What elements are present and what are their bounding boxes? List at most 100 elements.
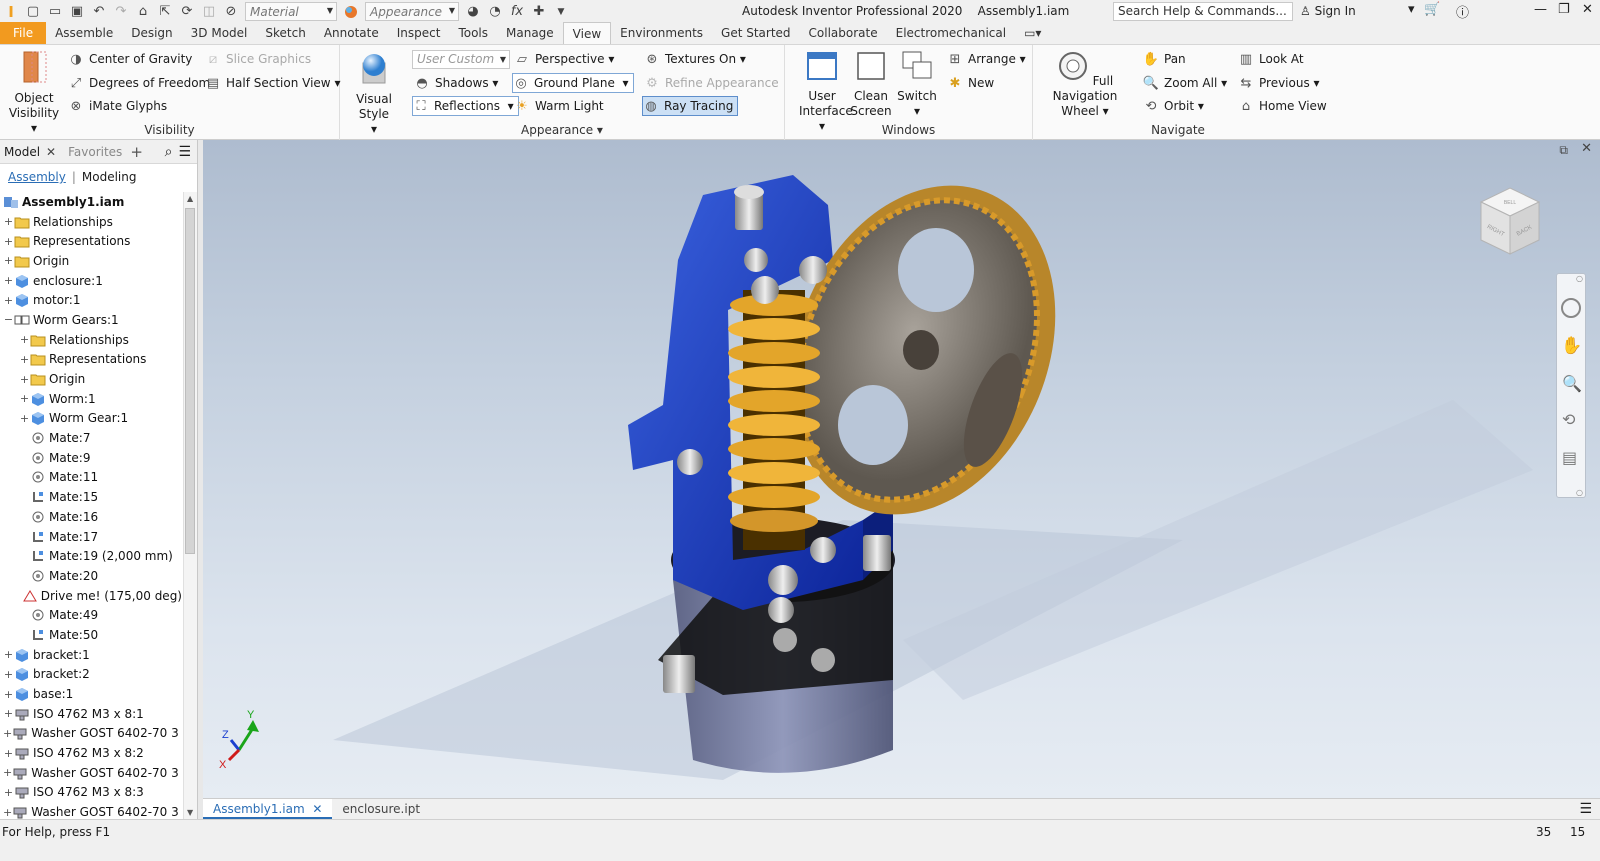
- pan-button[interactable]: ✋ Pan: [1143, 49, 1186, 69]
- expand-toggle-icon[interactable]: +: [19, 353, 30, 366]
- tree-root[interactable]: Assembly1.iam: [0, 192, 182, 212]
- ribbon-options-icon[interactable]: ▭▾: [1015, 22, 1050, 44]
- ground-plane-button[interactable]: ◎ Ground Plane ▾: [512, 73, 634, 93]
- tree-node[interactable]: Mate:15: [0, 487, 182, 507]
- tree-node[interactable]: Mate:7: [0, 428, 182, 448]
- tree-node[interactable]: + Relationships: [0, 212, 182, 232]
- degrees-of-freedom-button[interactable]: ⤢ Degrees of Freedom: [68, 73, 210, 93]
- tree-node[interactable]: + Origin: [0, 369, 182, 389]
- expand-toggle-icon[interactable]: +: [19, 333, 30, 346]
- tree-node[interactable]: + Worm Gear:1: [0, 409, 182, 429]
- ray-tracing-button[interactable]: ◍ Ray Tracing: [642, 96, 739, 116]
- minimize-button[interactable]: —: [1534, 2, 1547, 17]
- undo-icon[interactable]: ↶: [88, 2, 110, 22]
- search-browser-icon[interactable]: ⌕: [165, 144, 179, 160]
- inventor-logo-icon[interactable]: I: [0, 1, 22, 23]
- look-at-button[interactable]: ▥ Look At: [1238, 49, 1304, 69]
- tree-node[interactable]: Mate:17: [0, 527, 182, 547]
- tree-node[interactable]: + ISO 4762 M3 x 8:1: [0, 704, 182, 724]
- no-entry-icon[interactable]: ⊘: [220, 2, 242, 22]
- expand-toggle-icon[interactable]: +: [3, 688, 14, 701]
- navbar-close-icon[interactable]: ○: [1576, 274, 1583, 283]
- update-icon[interactable]: ⟳: [176, 2, 198, 22]
- search-input[interactable]: Search Help & Commands...: [1113, 2, 1293, 21]
- tab-assemble[interactable]: Assemble: [46, 22, 122, 44]
- tree-node[interactable]: + bracket:1: [0, 645, 182, 665]
- tab-file[interactable]: File: [0, 22, 47, 44]
- tab-annotate[interactable]: Annotate: [315, 22, 388, 44]
- home-icon[interactable]: ⌂: [132, 2, 154, 22]
- tree-node[interactable]: Mate:20: [0, 566, 182, 586]
- graphics-viewport[interactable]: BELL RIGHT BACK ⧉ ✕ ○ ✋ 🔍 ⟲ ▤ ○ Y Z X: [203, 140, 1600, 798]
- tab-get-started[interactable]: Get Started: [712, 22, 800, 44]
- expand-toggle-icon[interactable]: +: [3, 254, 14, 267]
- redo-icon[interactable]: ↷: [110, 2, 132, 22]
- help-icon[interactable]: ⓘ: [1456, 2, 1469, 21]
- orbit-icon[interactable]: ⟲: [1562, 410, 1575, 429]
- tree-node[interactable]: + enclosure:1: [0, 271, 182, 291]
- clean-screen-button[interactable]: Clean Screen: [849, 50, 893, 119]
- tab-sketch[interactable]: Sketch: [256, 22, 314, 44]
- switch-button[interactable]: Switch ▾: [895, 50, 939, 119]
- expand-toggle-icon[interactable]: +: [19, 373, 30, 386]
- plus-icon[interactable]: ✚: [528, 2, 550, 22]
- viewcube[interactable]: BELL RIGHT BACK: [1475, 182, 1545, 260]
- tab-tools[interactable]: Tools: [449, 22, 497, 44]
- tab-manage[interactable]: Manage: [497, 22, 563, 44]
- arrange-button[interactable]: ⊞ Arrange ▾: [947, 49, 1026, 69]
- subtab-assembly[interactable]: Assembly: [8, 170, 66, 184]
- expand-toggle-icon[interactable]: +: [3, 274, 14, 287]
- expand-toggle-icon[interactable]: +: [3, 215, 14, 228]
- half-section-view-button[interactable]: ▤ Half Section View ▾: [205, 73, 341, 93]
- tree-node[interactable]: Drive me! (175,00 deg): [0, 586, 182, 606]
- close-doc-tab-icon[interactable]: ✕: [312, 802, 322, 816]
- restore-button[interactable]: ❐: [1558, 2, 1570, 17]
- tab-model[interactable]: Model: [0, 145, 44, 159]
- tab-design[interactable]: Design: [122, 22, 181, 44]
- center-of-gravity-button[interactable]: ◑ Center of Gravity: [68, 49, 192, 69]
- reflections-button[interactable]: ⛶ Reflections ▾: [412, 96, 519, 116]
- expand-toggle-icon[interactable]: +: [3, 766, 12, 779]
- subtab-modeling[interactable]: Modeling: [82, 170, 137, 184]
- refine-appearance-button[interactable]: ⚙ Refine Appearance: [644, 73, 778, 93]
- tab-view[interactable]: View: [562, 22, 612, 44]
- tab-environments[interactable]: Environments: [611, 22, 712, 44]
- nav-wheel-icon[interactable]: [1561, 298, 1581, 318]
- pan-icon[interactable]: ✋: [1561, 336, 1582, 356]
- tree-node[interactable]: + Washer GOST 6402-70 3 L:2: [0, 763, 182, 783]
- expand-toggle-icon[interactable]: +: [19, 412, 30, 425]
- expand-toggle-icon[interactable]: −: [3, 313, 14, 326]
- scroll-down-icon[interactable]: ▼: [187, 808, 193, 817]
- tree-node[interactable]: + Relationships: [0, 330, 182, 350]
- previous-view-button[interactable]: ⇆ Previous ▾: [1238, 73, 1320, 93]
- navbar-options-icon[interactable]: ○: [1576, 488, 1583, 497]
- mesh-icon[interactable]: ◫: [198, 2, 220, 22]
- textures-on-button[interactable]: ⊛ Textures On ▾: [644, 49, 746, 69]
- tree-node[interactable]: Mate:50: [0, 625, 182, 645]
- full-navigation-wheel-button[interactable]: Full Navigation Wheel ▾: [1043, 50, 1127, 119]
- tab-inspect[interactable]: Inspect: [388, 22, 450, 44]
- tree-node[interactable]: Mate:49: [0, 605, 182, 625]
- expand-toggle-icon[interactable]: +: [3, 648, 14, 661]
- customize-dropdown-icon[interactable]: ▼: [550, 2, 572, 22]
- user-custom-select[interactable]: User Custom ▼: [412, 50, 510, 69]
- tree-node[interactable]: + ISO 4762 M3 x 8:2: [0, 743, 182, 763]
- look-at-icon[interactable]: ▤: [1562, 448, 1577, 467]
- scroll-up-icon[interactable]: ▲: [187, 194, 193, 203]
- scroll-thumb[interactable]: [185, 208, 195, 554]
- expand-toggle-icon[interactable]: +: [3, 727, 12, 740]
- slice-graphics-button[interactable]: ⧄ Slice Graphics: [205, 49, 311, 69]
- sign-in-link[interactable]: ♙ Sign In: [1300, 4, 1356, 18]
- expand-toggle-icon[interactable]: +: [3, 747, 14, 760]
- tree-node[interactable]: Mate:19 (2,000 mm): [0, 546, 182, 566]
- clear-appearance-icon[interactable]: ◔: [484, 2, 506, 22]
- orbit-button[interactable]: ⟲ Orbit ▾: [1143, 96, 1204, 116]
- cart-icon[interactable]: 🛒: [1424, 2, 1440, 17]
- tree-node[interactable]: − Worm Gears:1: [0, 310, 182, 330]
- tab-collaborate[interactable]: Collaborate: [800, 22, 887, 44]
- zoom-icon[interactable]: 🔍: [1562, 374, 1582, 393]
- home-view-button[interactable]: ⌂ Home View: [1238, 96, 1327, 116]
- tree-node[interactable]: Mate:16: [0, 507, 182, 527]
- tree-node[interactable]: Mate:11: [0, 468, 182, 488]
- browser-menu-icon[interactable]: ☰: [178, 144, 197, 160]
